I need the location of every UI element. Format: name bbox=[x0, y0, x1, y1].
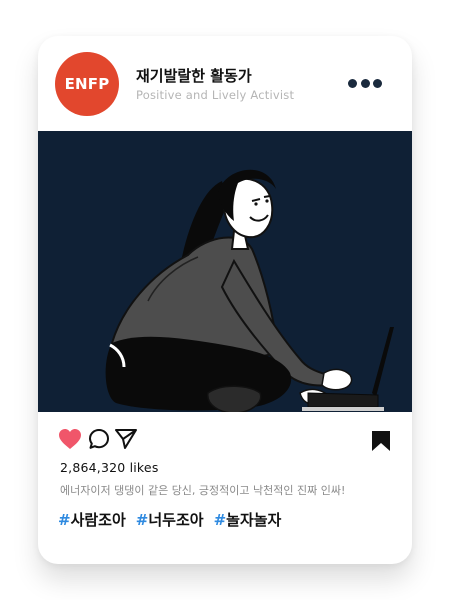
profile-subtitle: Positive and Lively Activist bbox=[136, 88, 295, 102]
profile-name[interactable]: 재기발랄한 활동가 bbox=[136, 65, 252, 86]
avatar-text: ENFP bbox=[64, 75, 110, 93]
post-card: ENFP 재기발랄한 활동가 Positive and Lively Activ… bbox=[38, 36, 412, 564]
post-caption: 에너자이저 댕댕이 같은 당신, 긍정적이고 낙천적인 진짜 인싸! bbox=[60, 484, 346, 497]
more-options-icon[interactable] bbox=[348, 76, 382, 90]
send-icon[interactable] bbox=[114, 428, 138, 454]
avatar[interactable]: ENFP bbox=[55, 52, 119, 116]
comment-icon[interactable] bbox=[88, 428, 110, 454]
heart-icon[interactable] bbox=[58, 428, 82, 454]
hashtag-list: #사람조아 #너두조아 #놀자놀자 bbox=[58, 509, 281, 530]
woman-with-laptop-illustration bbox=[38, 131, 412, 412]
hashtag[interactable]: #사람조아 bbox=[58, 509, 126, 530]
bookmark-icon[interactable] bbox=[371, 430, 391, 456]
post-header: ENFP 재기발랄한 활동가 Positive and Lively Activ… bbox=[38, 36, 412, 131]
hashtag[interactable]: #너두조아 bbox=[136, 509, 204, 530]
post-image[interactable] bbox=[38, 131, 412, 412]
hashtag[interactable]: #놀자놀자 bbox=[214, 509, 282, 530]
likes-count[interactable]: 2,864,320 likes bbox=[60, 460, 159, 475]
